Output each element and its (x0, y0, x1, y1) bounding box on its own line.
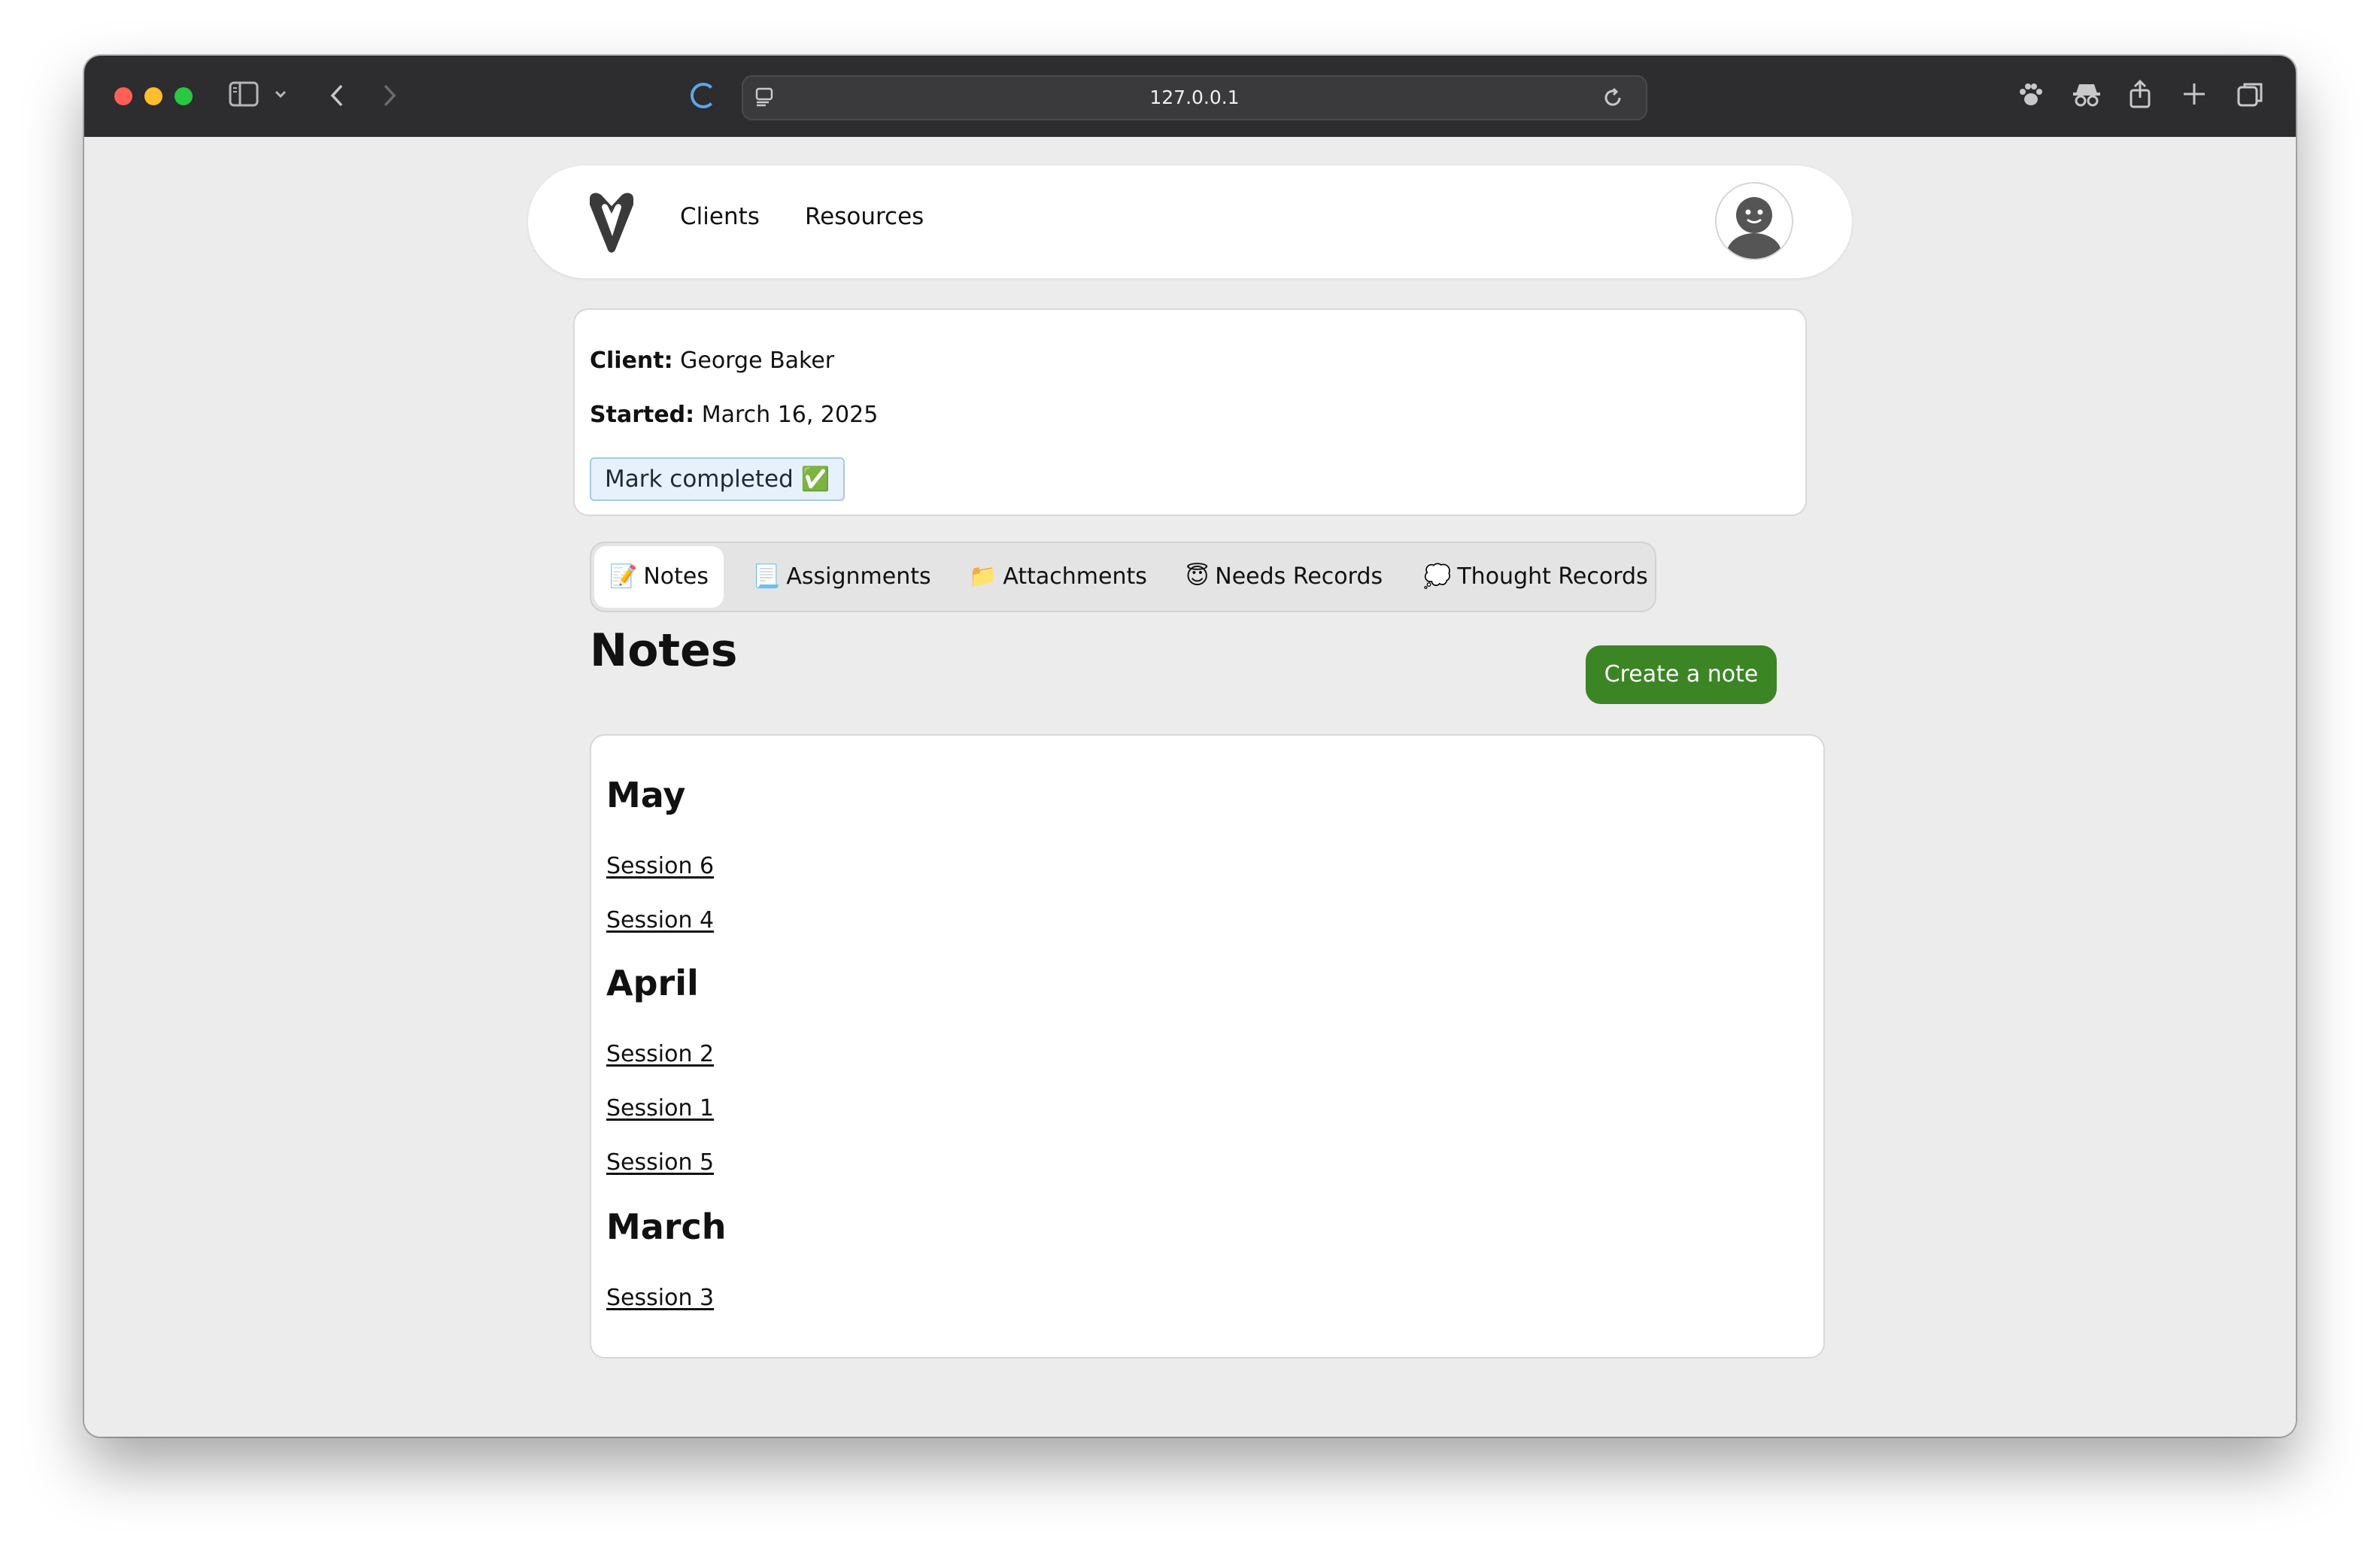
create-note-button[interactable]: Create a note (1586, 645, 1777, 704)
mark-completed-button[interactable]: Mark completed ✅ (590, 457, 845, 501)
client-name: George Baker (680, 348, 835, 374)
chevron-down-icon[interactable] (274, 89, 287, 99)
tab-assignments[interactable]: 📃 Assignments (737, 546, 946, 608)
nav-clients-link[interactable]: Clients (680, 203, 760, 230)
tab-label: Needs Records (1215, 563, 1383, 590)
client-label: Client: (590, 348, 673, 374)
nav-resources-link[interactable]: Resources (805, 203, 924, 230)
browser-window: 127.0.0.1 Clients Resources Client: Geor… (84, 56, 2296, 1437)
avatar-person-icon (1727, 197, 1781, 259)
started-date: March 16, 2025 (701, 402, 879, 428)
month-heading: May (606, 775, 686, 815)
note-link[interactable]: Session 1 (606, 1095, 714, 1122)
tab-label: Notes (643, 563, 709, 590)
started-label: Started: (590, 402, 695, 428)
tab-label: Attachments (1003, 563, 1147, 590)
new-tab-icon[interactable] (2181, 81, 2207, 107)
back-icon[interactable] (328, 83, 346, 108)
sidebar-toggle-icon[interactable] (229, 81, 259, 107)
page-viewport: Clients Resources Client: George Baker S… (84, 137, 2296, 1437)
tab-needs-records[interactable]: 😇 Needs Records (1170, 546, 1398, 608)
started-line: Started: March 16, 2025 (590, 402, 878, 428)
tab-notes[interactable]: 📝 Notes (594, 546, 724, 608)
thought-bubble-icon: 💭 (1423, 563, 1452, 590)
folder-icon: 📁 (969, 563, 997, 590)
top-navbar: Clients Resources (528, 165, 1852, 278)
notes-heading: Notes (590, 624, 738, 677)
reload-icon[interactable] (1601, 86, 1625, 110)
note-link[interactable]: Session 6 (606, 853, 714, 879)
tab-label: Thought Records (1457, 563, 1648, 590)
zoom-window-button[interactable] (175, 87, 193, 105)
notes-list-card: May Session 6 Session 4 April Session 2 … (590, 734, 1825, 1358)
page-icon: 📃 (752, 563, 781, 590)
share-icon[interactable] (2127, 78, 2153, 110)
close-window-button[interactable] (114, 87, 132, 105)
tab-attachments[interactable]: 📁 Attachments (954, 546, 1162, 608)
client-info-card: Client: George Baker Started: March 16, … (573, 308, 1807, 516)
note-link[interactable]: Session 4 (606, 907, 714, 933)
client-line: Client: George Baker (590, 348, 834, 374)
note-link[interactable]: Session 5 (606, 1149, 714, 1176)
month-heading: March (606, 1207, 727, 1247)
address-bar[interactable]: 127.0.0.1 (742, 75, 1647, 120)
month-heading: April (606, 963, 699, 1003)
paw-extension-icon[interactable] (2016, 80, 2046, 110)
memo-icon: 📝 (609, 563, 638, 590)
loading-spinner-icon (691, 83, 716, 108)
user-avatar[interactable] (1715, 182, 1793, 260)
incognito-extension-icon[interactable] (2070, 80, 2103, 110)
tab-overview-icon[interactable] (2236, 80, 2266, 110)
browser-titlebar: 127.0.0.1 (84, 56, 2296, 138)
section-tabs: 📝 Notes 📃 Assignments 📁 Attachments 😇 Needs … (590, 542, 1656, 612)
note-link[interactable]: Session 2 (606, 1041, 714, 1067)
minimize-window-button[interactable] (144, 87, 162, 105)
forward-icon[interactable] (381, 83, 399, 108)
tab-label: Assignments (786, 563, 931, 590)
smiling-face-icon: 😇 (1185, 563, 1210, 590)
url-text: 127.0.0.1 (1149, 87, 1240, 108)
app-logo-icon[interactable] (585, 191, 638, 254)
tab-thought-records[interactable]: 💭 Thought Records (1408, 546, 1663, 608)
note-link[interactable]: Session 3 (606, 1285, 714, 1311)
